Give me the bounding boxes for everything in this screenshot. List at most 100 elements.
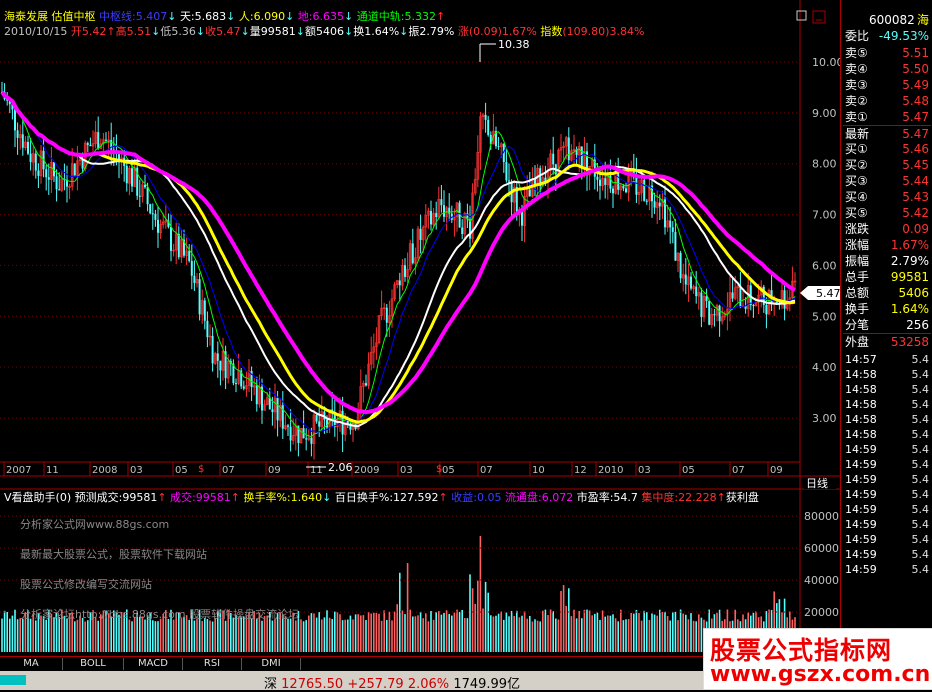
time-axis-label: 09 — [268, 465, 281, 476]
volume-note-1: 分析家公式网www.88gs.com — [20, 518, 170, 531]
latest-value: 5.47 — [902, 127, 929, 141]
candle-body — [105, 139, 107, 141]
ask-row-4-label: 卖④ — [845, 62, 868, 76]
candle-body — [643, 179, 646, 201]
period-label[interactable]: 日线 — [806, 476, 828, 490]
stat-row-6-value: 256 — [906, 318, 929, 332]
down-arrow-icon: ↓ — [151, 25, 161, 38]
conc-value: 22.228 — [678, 491, 717, 504]
stat-row-3[interactable]: 总手 99581 — [843, 269, 931, 285]
down-arrow-icon: ↓ — [344, 25, 354, 38]
stat-row-5[interactable]: 换手 1.64% — [843, 301, 931, 317]
stat-row-2-label: 振幅 — [845, 254, 870, 268]
time-axis-label: 2007 — [6, 465, 31, 476]
candle-body — [645, 200, 648, 202]
tick-time: 14:59 — [845, 563, 877, 576]
profit-label: 获利盘 — [725, 491, 759, 504]
candle-body — [206, 320, 209, 337]
candle-body — [765, 305, 768, 315]
tick-price: 5.4 — [911, 383, 930, 396]
tick-time: 14:57 — [845, 353, 877, 366]
candle-body — [669, 220, 672, 228]
stat-row-0[interactable]: 涨跌 0.09 — [843, 221, 931, 237]
watermark-box: 股票公式指标网 www.gszx.com.cn — [703, 628, 932, 690]
stat-row-4[interactable]: 总额 5406 — [843, 285, 931, 301]
outer-label: 外盘 — [845, 335, 870, 349]
ask-row-1[interactable]: 卖① 5.47 — [843, 109, 931, 125]
signal-marker: $ — [436, 464, 442, 475]
stat-row-5-label: 换手 — [845, 302, 870, 316]
bid-row-4-label: 买④ — [845, 190, 868, 204]
mid-value: 5.407 — [135, 10, 168, 23]
stat-row-0-label: 涨跌 — [845, 222, 870, 236]
time-axis-label: 11 — [46, 465, 59, 476]
open-value: 5.42 — [81, 25, 107, 38]
tick-row: 14:59 5.4 — [843, 442, 931, 457]
latest-label: 最新 — [845, 127, 870, 141]
tick-price: 5.4 — [911, 413, 930, 426]
price-axis-label: 6.00 — [812, 259, 837, 272]
volume-axis-label: 20000 — [804, 606, 839, 619]
candle-body — [14, 109, 16, 131]
tick-price: 5.4 — [911, 563, 930, 576]
candle-body — [21, 134, 24, 148]
ask-row-2-value: 5.48 — [902, 94, 929, 108]
bid-row-5-value: 5.42 — [902, 206, 929, 220]
stat-row-6[interactable]: 分笔 256 — [843, 317, 931, 333]
down-arrow-icon: ↓ — [344, 10, 354, 23]
tab-ma[interactable]: MA — [0, 658, 63, 670]
di-value: 6.635 — [312, 10, 345, 23]
tick-price: 5.4 — [911, 428, 930, 441]
tick-row: 14:57 5.4 — [843, 352, 931, 367]
ask-row-4[interactable]: 卖④ 5.50 — [843, 61, 931, 77]
price-axis-label: 7.00 — [812, 209, 837, 222]
candle-body — [193, 275, 196, 284]
up-arrow-icon: ↑ — [230, 491, 240, 504]
tab-dmi[interactable]: DMI — [242, 658, 301, 670]
price-axis-label: 10.00 — [812, 56, 840, 69]
index-value: (109.80)3.84% — [562, 25, 645, 38]
ren-value: 6.090 — [253, 10, 286, 23]
volume-axis-label: 40000 — [804, 574, 839, 587]
candle-body — [235, 383, 237, 385]
tab-rsi[interactable]: RSI — [183, 658, 242, 670]
stat-row-3-label: 总手 — [845, 270, 870, 284]
candle-body — [138, 195, 141, 197]
tick-time: 14:59 — [845, 533, 877, 546]
time-axis-label: 07 — [732, 465, 745, 476]
bid-row-2-label: 买② — [845, 158, 868, 172]
close-value: 5.47 — [216, 25, 241, 38]
close-value: 0.05 — [476, 491, 502, 504]
down-arrow-icon: ↓ — [399, 25, 409, 38]
ask-row-2[interactable]: 卖② 5.48 — [843, 93, 931, 109]
bid-row-1[interactable]: 买① 5.46 — [843, 141, 931, 157]
time-axis-label: 2009 — [354, 465, 379, 476]
vol-label: 量 — [249, 25, 261, 38]
candle-body — [190, 260, 193, 276]
current-price-tag: 5.47 — [816, 287, 840, 300]
bid-row-2[interactable]: 买② 5.45 — [843, 157, 931, 173]
ask-row-3[interactable]: 卖③ 5.49 — [843, 77, 931, 93]
ask-row-5[interactable]: 卖⑤ 5.51 — [843, 45, 931, 61]
pred-label: 预测成交: — [74, 491, 123, 504]
candle-body — [700, 292, 703, 317]
candle-body — [505, 162, 508, 181]
candle-body — [157, 219, 159, 233]
ren-label: 人: — [238, 10, 254, 23]
stat-row-2[interactable]: 振幅 2.79% — [843, 253, 931, 269]
time-axis-label: 12 — [574, 465, 587, 476]
tian-value: 5.683 — [194, 10, 227, 23]
bid-row-3[interactable]: 买③ 5.44 — [843, 173, 931, 189]
candle-body — [34, 153, 37, 171]
candle-body — [86, 143, 89, 145]
candle-body — [131, 168, 133, 187]
tick-price: 5.4 — [911, 398, 930, 411]
tab-boll[interactable]: BOLL — [63, 658, 124, 670]
bid-row-5[interactable]: 买⑤ 5.42 — [843, 205, 931, 221]
bid-row-4[interactable]: 买④ 5.43 — [843, 189, 931, 205]
max-price-label: 10.38 — [498, 38, 530, 51]
candle-body — [653, 201, 656, 208]
stat-row-1[interactable]: 涨幅 1.67% — [843, 237, 931, 253]
min-price-label: 2.06 — [328, 461, 353, 474]
tab-macd[interactable]: MACD — [124, 658, 183, 670]
